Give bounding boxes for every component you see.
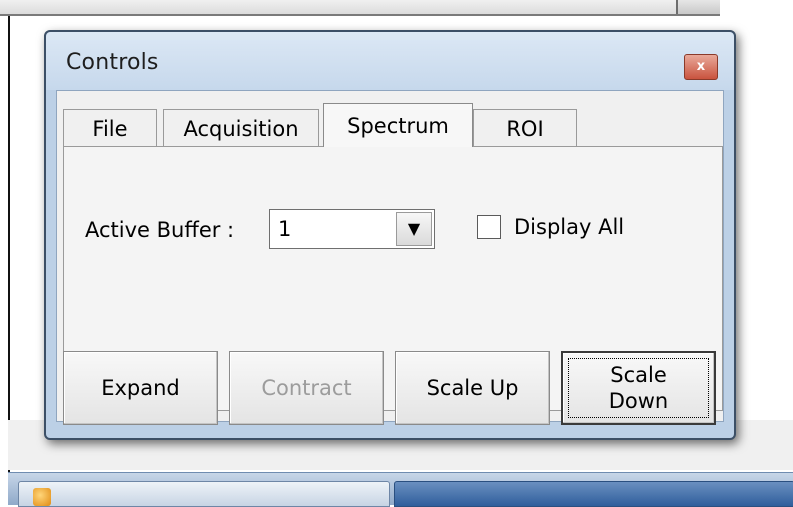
- tab-label: Acquisition: [183, 117, 299, 141]
- background-window-cap: [676, 0, 720, 14]
- display-all-label[interactable]: Display All: [514, 215, 624, 239]
- tab-acquisition[interactable]: Acquisition: [163, 109, 319, 147]
- tab-label: File: [92, 117, 128, 141]
- taskbar-button-active[interactable]: [394, 481, 793, 507]
- scale-down-button-label: Scale Down: [609, 362, 669, 414]
- expand-button-label: Expand: [101, 376, 180, 400]
- close-button[interactable]: x: [684, 54, 718, 80]
- tab-file[interactable]: File: [63, 109, 157, 147]
- scale-down-line-2: Down: [608, 389, 669, 413]
- tab-spectrum[interactable]: Spectrum: [323, 103, 473, 147]
- dropdown-button[interactable]: ▼: [396, 212, 432, 246]
- title-bar[interactable]: Controls x: [46, 32, 734, 90]
- active-buffer-dropdown[interactable]: 1 ▼: [269, 209, 435, 249]
- scale-up-button-label: Scale Up: [426, 376, 519, 400]
- contract-button-label: Contract: [261, 376, 352, 400]
- taskbar-button[interactable]: [18, 481, 390, 507]
- window-client-area: File Acquisition Spectrum ROI Active Buf…: [56, 90, 724, 425]
- tab-label: Spectrum: [347, 114, 449, 138]
- scale-down-button[interactable]: Scale Down: [561, 351, 716, 425]
- tab-strip: File Acquisition Spectrum ROI: [63, 103, 723, 147]
- background-window-bar: [0, 0, 720, 16]
- taskbar: [8, 472, 793, 507]
- tab-roi[interactable]: ROI: [473, 109, 577, 147]
- scale-up-button[interactable]: Scale Up: [395, 351, 550, 425]
- display-all-checkbox[interactable]: [477, 215, 501, 239]
- contract-button[interactable]: Contract: [229, 351, 384, 425]
- controls-window: Controls x File Acquisition Spectrum ROI…: [44, 30, 736, 440]
- scale-down-line-1: Scale: [610, 363, 667, 387]
- chevron-down-icon: ▼: [407, 219, 421, 238]
- expand-button[interactable]: Expand: [63, 351, 218, 425]
- tab-label: ROI: [506, 117, 544, 141]
- active-buffer-label: Active Buffer :: [85, 218, 235, 242]
- app-icon: [33, 488, 51, 506]
- window-title: Controls: [66, 50, 159, 75]
- close-icon: x: [696, 59, 706, 74]
- active-buffer-value: 1: [278, 217, 292, 241]
